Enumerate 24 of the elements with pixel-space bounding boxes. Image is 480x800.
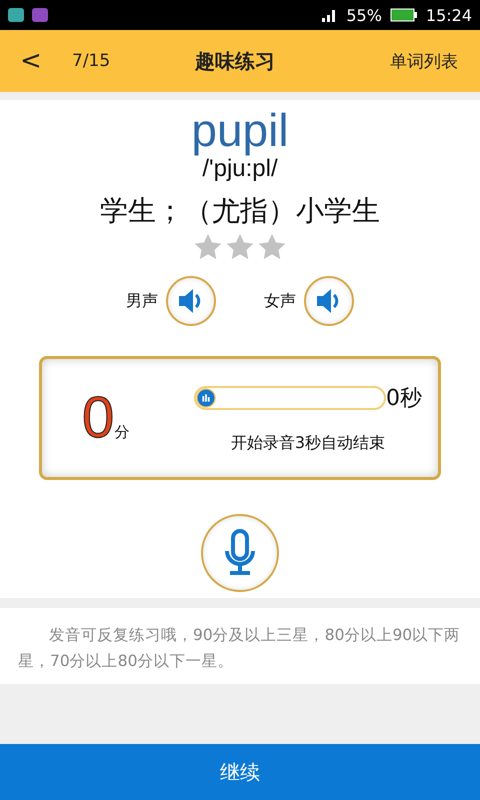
voice-label: 女声	[264, 290, 296, 312]
phonetic-text: /'pju:pl/	[202, 156, 278, 182]
word-list-link[interactable]: 单词列表	[390, 50, 458, 72]
score-value: 0	[82, 388, 114, 448]
star-icon	[194, 234, 222, 260]
clock-time: 15:24	[426, 6, 472, 24]
battery-icon	[390, 8, 418, 22]
star-icon	[258, 234, 286, 260]
word-text: pupil	[191, 104, 289, 156]
star-icon	[226, 234, 254, 260]
microphone-icon	[223, 529, 257, 577]
play-voice-button[interactable]	[304, 276, 354, 326]
scoring-note: 发音可反复练习哦，90分及以上三星，80分以上90以下两星，70分以上80分以下一星。	[0, 608, 480, 684]
seconds-text: 0秒	[386, 384, 422, 412]
score-unit: 分	[114, 423, 130, 442]
battery-percent: 55%	[346, 6, 382, 24]
back-button[interactable]: <	[20, 46, 72, 76]
progress-counter: 7/15	[72, 51, 110, 71]
voice-label: 男声	[126, 290, 158, 312]
play-voice-button[interactable]	[166, 276, 216, 326]
page-title: 趣味练习	[194, 48, 276, 74]
continue-button[interactable]: 继续	[0, 744, 480, 800]
meaning-text: 学生；（尤指）小学生	[100, 193, 380, 229]
recording-hint: 开始录音3秒自动结束	[230, 432, 386, 454]
